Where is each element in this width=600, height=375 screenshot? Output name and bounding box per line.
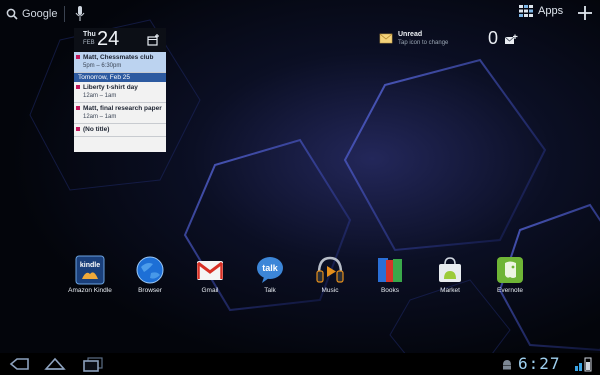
gmail-icon [197,261,223,280]
calendar-event[interactable]: (No title) [74,124,166,137]
music-headphones-icon [316,256,344,283]
home-app-shortcuts: kindle Amazon Kindle Browser Gmail talk … [60,255,544,303]
calendar-day-of-week: Thu [83,31,96,38]
signal-battery-icon[interactable] [574,356,594,372]
calendar-event[interactable]: Matt, final research paper 12am – 1am [74,103,166,124]
app-label: Browser [138,287,162,294]
event-title: (No title) [83,126,110,133]
google-search-label: Google [22,8,58,20]
event-color-marker [76,127,80,131]
recent-apps-icon[interactable] [82,356,104,372]
gmail-unread-widget[interactable]: Unread Tap icon to change 0 [376,28,522,52]
unread-count: 0 [488,28,499,48]
list-fade [74,140,166,152]
app-label: Evernote [496,287,524,294]
event-time: 5pm – 6:30pm [83,63,122,69]
gmail-widget-title: Unread [398,31,423,38]
app-shortcut-amazon-kindle[interactable]: kindle Amazon Kindle [60,255,120,303]
google-search-bar[interactable]: Google [6,4,57,24]
app-shortcut-talk[interactable]: talk Talk [240,255,300,303]
search-icon [6,8,18,20]
envelope-icon[interactable] [379,31,393,45]
event-color-marker [76,85,80,89]
event-title: Matt, final research paper [83,105,162,112]
evernote-icon [497,257,523,283]
app-shortcut-music[interactable]: Music [300,255,360,303]
top-action-bar: Google Apps [0,0,600,28]
books-icon [378,258,402,282]
calendar-widget-header: Thu FEB 24 [74,28,166,52]
event-time: 12am – 1am [83,93,117,99]
calendar-day-divider: Tomorrow, Feb 25 [74,73,166,82]
app-label: Gmail [201,287,219,294]
app-label: Books [380,287,400,294]
event-time: 12am – 1am [83,114,117,120]
app-label: Market [440,287,460,294]
event-color-marker [76,55,80,59]
app-label: Music [321,287,339,294]
kindle-icon: kindle [75,255,105,285]
system-bar: 6:27 [0,353,600,375]
calendar-month: FEB [83,40,95,46]
apps-label: Apps [538,5,564,17]
app-shortcut-evernote[interactable]: Evernote [480,255,540,303]
browser-globe-icon [136,256,164,284]
add-to-home-plus-icon[interactable] [576,4,594,22]
gmail-widget-subtitle: Tap icon to change [398,40,449,46]
calendar-day-number: 24 [97,28,120,50]
calendar-event-list[interactable]: Matt, Chessmates club 5pm – 6:30pm Tomor… [74,52,166,152]
calendar-widget[interactable]: Thu FEB 24 Matt, Chessmates club 5pm – 6… [74,28,166,152]
app-shortcut-market[interactable]: Market [420,255,480,303]
apps-button[interactable]: Apps [519,5,563,17]
home-icon[interactable] [44,356,66,372]
status-clock: 6:27 [518,354,561,373]
compose-mail-icon[interactable] [504,34,518,46]
app-shortcut-books[interactable]: Books [360,255,420,303]
svg-text:kindle: kindle [80,262,100,269]
android-debug-icon[interactable] [500,357,514,371]
app-label: Talk [264,287,276,294]
back-icon[interactable] [8,356,30,372]
calendar-event[interactable]: Matt, Chessmates club 5pm – 6:30pm [74,52,166,73]
search-divider [64,6,65,22]
voice-search-mic-icon[interactable] [74,5,86,23]
apps-grid-icon [519,5,533,17]
market-bag-icon [439,257,461,282]
svg-text:talk: talk [262,263,279,273]
app-shortcut-browser[interactable]: Browser [120,255,180,303]
app-shortcut-gmail[interactable]: Gmail [180,255,240,303]
app-label: Amazon Kindle [68,287,112,294]
event-color-marker [76,106,80,110]
new-event-icon[interactable] [146,33,160,47]
calendar-event[interactable]: Liberty t-shirt day 12am – 1am [74,82,166,103]
event-title: Liberty t-shirt day [83,84,138,91]
talk-icon: talk [257,257,283,283]
event-title: Matt, Chessmates club [83,54,154,61]
